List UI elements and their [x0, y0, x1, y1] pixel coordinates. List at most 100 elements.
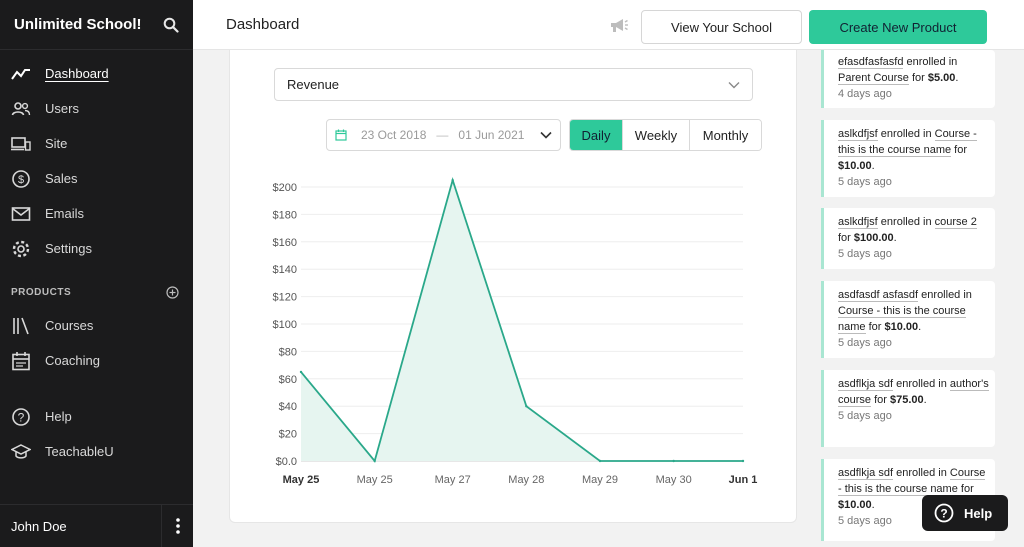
sidebar-item-label: Sales	[45, 171, 78, 186]
sidebar-item-label: Emails	[45, 206, 85, 221]
megaphone-icon[interactable]	[610, 17, 628, 33]
feed-for: for	[871, 394, 890, 406]
date-start[interactable]: 23 Oct 2018	[361, 128, 426, 142]
sidebar-item-label: Help	[45, 409, 72, 424]
feed-for: for	[957, 483, 974, 495]
feed-period: .	[955, 72, 959, 84]
feed-time: 5 days ago	[838, 176, 892, 188]
feed-user-link[interactable]: aslkdfjsf	[838, 216, 878, 229]
feed-for: for	[838, 232, 854, 244]
sidebar-item-settings[interactable]: Settings	[0, 231, 193, 266]
feed-course-link[interactable]: Parent Course	[838, 72, 909, 85]
feed-period: .	[918, 321, 922, 333]
sidebar-item-emails[interactable]: Emails	[0, 196, 193, 231]
granularity-toggle: Daily Weekly Monthly	[569, 119, 762, 151]
feed-time: 4 days ago	[838, 88, 892, 100]
view-school-button[interactable]: View Your School	[641, 10, 802, 44]
sidebar-item-users[interactable]: Users	[0, 91, 193, 126]
series-area	[301, 180, 743, 461]
sidebar-item-dashboard[interactable]: Dashboard	[0, 56, 193, 91]
x-tick-label: Jun 1	[729, 474, 758, 486]
school-name[interactable]: Unlimited School!	[14, 16, 142, 33]
feed-verb: enrolled in	[893, 378, 950, 390]
chevron-down-icon	[728, 81, 740, 88]
sidebar-item-label: Dashboard	[45, 66, 109, 81]
add-product-icon[interactable]	[166, 285, 179, 299]
data-point	[741, 459, 745, 463]
library-icon	[11, 316, 31, 336]
x-tick-label: May 25	[283, 474, 320, 486]
data-point	[525, 405, 528, 408]
svg-text:?: ?	[940, 507, 947, 521]
data-point	[373, 459, 376, 463]
feed-period: .	[893, 232, 897, 244]
sidebar-item-teachableu[interactable]: TeachableU	[0, 434, 193, 469]
activity-icon	[11, 64, 31, 84]
sidebar-item-courses[interactable]: Courses	[0, 308, 193, 343]
sidebar-item-label: Coaching	[45, 353, 100, 368]
revenue-card: Revenue 23 Oct 2018 — 01 Jun 2021 Daily …	[229, 50, 797, 523]
feed-course-link[interactable]: course 2	[934, 216, 977, 229]
data-point	[451, 178, 454, 182]
x-tick-label: May 27	[435, 474, 471, 486]
feed-time: 5 days ago	[838, 410, 892, 422]
sidebar-item-label: Courses	[45, 318, 94, 333]
users-icon	[11, 99, 31, 119]
products-heading-label: PRODUCTS	[11, 286, 72, 298]
x-tick-label: May 29	[582, 474, 618, 486]
daily-button[interactable]: Daily	[570, 120, 622, 150]
search-icon[interactable]	[163, 17, 179, 33]
revenue-chart: $0.0 $20 $40 $60 $80 $100 $120 $140 $160 $180 $200…	[273, 177, 758, 486]
user-name[interactable]: John Doe	[0, 519, 161, 534]
feed-verb: enrolled in	[918, 289, 972, 301]
feed-user-link[interactable]: aslkdfjsf	[838, 128, 878, 141]
metric-select[interactable]: Revenue	[274, 68, 753, 101]
feed-amount: $100.00	[853, 232, 894, 244]
more-vertical-icon[interactable]	[161, 504, 193, 547]
date-end[interactable]: 01 Jun 2021	[458, 128, 524, 142]
feed-user-link[interactable]: efasdfasfasfd	[838, 56, 904, 69]
feed-user-link[interactable]: asdflkja sdf	[838, 378, 894, 391]
y-tick-label: $0.0	[276, 456, 297, 468]
sidebar-item-sales[interactable]: $ Sales	[0, 161, 193, 196]
create-product-button[interactable]: Create New Product	[809, 10, 987, 44]
sidebar-item-label: Site	[45, 136, 68, 151]
help-icon: ?	[11, 407, 31, 427]
y-tick-label: $160	[273, 237, 297, 249]
sidebar-item-label: Settings	[45, 241, 92, 256]
feed-amount: $10.00	[884, 321, 919, 333]
feed-time: 5 days ago	[838, 515, 892, 527]
y-tick-label: $140	[273, 264, 297, 276]
y-tick-label: $120	[273, 292, 297, 304]
feed-period: .	[923, 394, 927, 406]
sidebar: Unlimited School! Dashboard Users Site $…	[0, 0, 193, 547]
devices-icon	[11, 134, 31, 154]
sidebar-item-coaching[interactable]: Coaching	[0, 343, 193, 378]
monthly-button[interactable]: Monthly	[689, 120, 761, 150]
feed-amount: $5.00	[927, 72, 956, 84]
feed-item: aslkdfjsf enrolled in course 2 for $100.…	[821, 208, 995, 269]
help-widget-label: Help	[964, 505, 993, 521]
feed-for: for	[908, 72, 928, 84]
feed-amount: $75.00	[889, 394, 924, 406]
date-separator: —	[436, 128, 449, 142]
svg-text:$: $	[18, 174, 24, 186]
brand-bar: Unlimited School!	[0, 0, 193, 50]
data-point	[672, 459, 675, 463]
gear-icon	[11, 239, 31, 259]
page-title: Dashboard	[226, 16, 300, 33]
sidebar-item-help[interactable]: ? Help	[0, 399, 193, 434]
y-tick-label: $60	[279, 374, 297, 386]
feed-time: 5 days ago	[838, 337, 892, 349]
help-widget-button[interactable]: ? Help	[922, 495, 1008, 531]
sidebar-item-site[interactable]: Site	[0, 126, 193, 161]
y-tick-label: $20	[279, 429, 297, 441]
y-tick-label: $100	[273, 319, 297, 331]
secondary-nav: ? Help TeachableU	[0, 399, 193, 469]
feed-item: asdflkja sdf enrolled in author's course…	[821, 370, 995, 447]
date-range-picker[interactable]: 23 Oct 2018 — 01 Jun 2021	[326, 119, 561, 151]
sidebar-item-label: Users	[45, 101, 79, 116]
feed-user-link[interactable]: asdflkja sdf	[838, 467, 894, 480]
weekly-button[interactable]: Weekly	[622, 120, 689, 150]
feed-user-link[interactable]: asdfasdf asfasdf	[838, 289, 919, 302]
